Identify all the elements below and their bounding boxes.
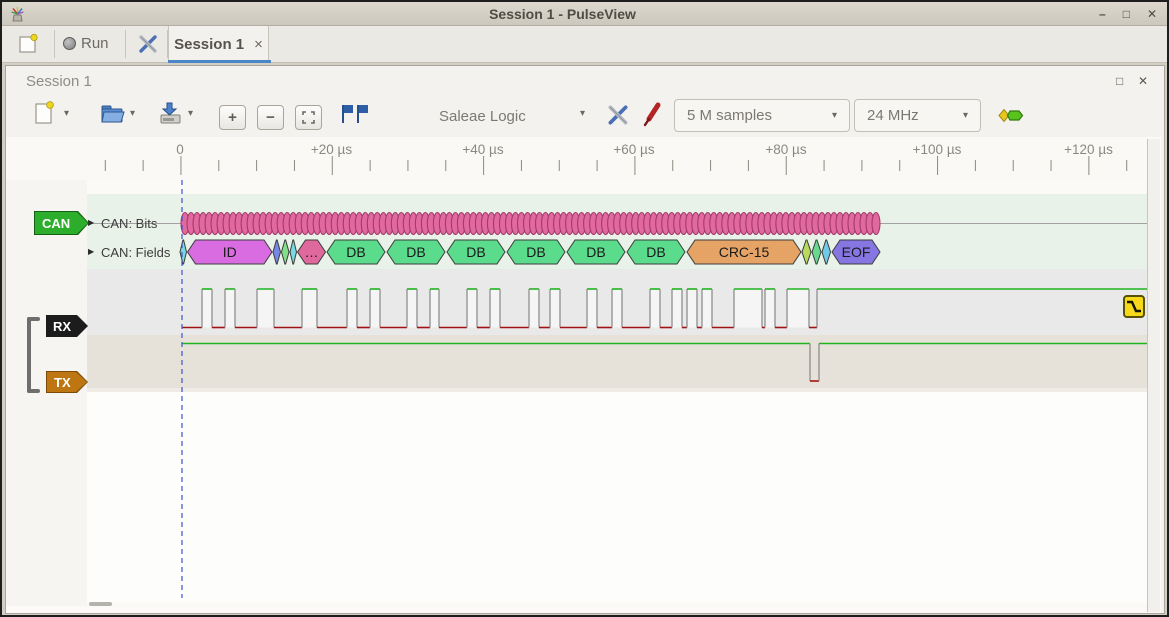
zoom-fit-button[interactable] [295, 105, 322, 130]
save-dropdown-caret[interactable]: ▾ [188, 108, 193, 119]
subwindow-float-button[interactable]: □ [1116, 74, 1123, 88]
sample-rate-value: 24 MHz [867, 107, 919, 124]
app-icon [9, 5, 26, 22]
new-session-icon [17, 33, 39, 55]
settings-icon [137, 33, 159, 55]
can-decoder-tag[interactable]: CAN [34, 211, 89, 235]
probe-icon [640, 100, 666, 128]
device-config-icon [606, 103, 630, 127]
run-label: Run [81, 35, 109, 52]
zoom-in-button[interactable]: + [219, 105, 246, 130]
chevron-down-icon: ▾ [832, 110, 837, 121]
bracket-bar[interactable] [27, 317, 31, 393]
can-tag-label: CAN [42, 216, 70, 231]
device-dropdown-caret[interactable]: ▾ [580, 108, 585, 119]
chevron-down-icon: ▾ [963, 110, 968, 121]
bracket-arm [27, 389, 40, 393]
session-tab-close-icon[interactable]: × [254, 36, 263, 53]
zoom-fit-icon [302, 111, 315, 124]
run-state-icon [63, 37, 76, 50]
titlebar[interactable]: Session 1 - PulseView – □ ✕ [2, 2, 1167, 26]
toolbar-separator [54, 30, 55, 58]
falling-edge-icon [1126, 299, 1142, 314]
decoder-row-fields-label: CAN: Fields [101, 245, 170, 260]
save-button[interactable] [155, 99, 185, 127]
save-icon [157, 100, 184, 126]
show-cursors-button[interactable] [339, 102, 369, 126]
main-toolbar: Run Session 1 × [2, 26, 1167, 63]
vertical-scrollbar-gutter[interactable] [1147, 139, 1160, 612]
pulseview-window: Session 1 - PulseView – □ ✕ Run [0, 0, 1169, 617]
channel-label-gutter [6, 180, 87, 606]
tx-channel-tag[interactable]: TX [46, 371, 88, 393]
active-tab-underline [168, 60, 271, 63]
zoom-out-button[interactable]: − [257, 105, 284, 130]
device-selector[interactable]: Saleae Logic [439, 108, 526, 125]
trigger-marker[interactable] [1123, 295, 1145, 318]
subwindow-title: Session 1 [26, 73, 92, 90]
decoder-trace-area[interactable] [87, 194, 1147, 269]
tx-trace-area[interactable] [87, 335, 1147, 388]
rx-trace-area[interactable] [87, 269, 1147, 335]
horizontal-scrollbar-handle[interactable] [89, 602, 112, 606]
open-file-button[interactable] [97, 99, 127, 127]
close-button[interactable]: ✕ [1147, 2, 1157, 26]
channels-probe-button[interactable] [639, 100, 667, 128]
new-file-icon [32, 100, 56, 126]
cursor-flags-icon [339, 103, 369, 125]
expand-arrow-icon[interactable]: ▶ [88, 247, 94, 256]
open-file-dropdown-caret[interactable]: ▾ [130, 108, 135, 119]
maximize-button[interactable]: □ [1123, 2, 1130, 26]
window-title: Session 1 - PulseView [26, 6, 1099, 22]
device-config-button[interactable] [604, 102, 632, 128]
tx-tag-label: TX [54, 375, 71, 390]
bracket-arm [27, 317, 40, 321]
toolbar-separator [125, 30, 126, 58]
decoder-icon [997, 107, 1025, 124]
session-tab[interactable]: Session 1 × [168, 26, 269, 62]
minimize-button[interactable]: – [1099, 2, 1106, 26]
new-file-button[interactable] [30, 99, 58, 127]
empty-trace-area [87, 392, 1147, 602]
rx-channel-tag[interactable]: RX [46, 315, 88, 337]
session-tab-label: Session 1 [174, 36, 244, 53]
sample-count-value: 5 M samples [687, 107, 772, 124]
subwindow-close-button[interactable]: ✕ [1138, 74, 1148, 88]
sample-rate-combobox[interactable]: 24 MHz ▾ [854, 99, 981, 132]
new-file-dropdown-caret[interactable]: ▾ [64, 108, 69, 119]
decoder-row-bits-label: CAN: Bits [101, 216, 157, 231]
new-session-button[interactable] [10, 29, 46, 59]
timeline-ruler[interactable] [6, 137, 1147, 180]
open-folder-icon [99, 101, 126, 125]
settings-button[interactable] [132, 29, 164, 59]
rx-tag-label: RX [53, 319, 71, 334]
add-decoder-button[interactable] [996, 106, 1026, 124]
sample-count-combobox[interactable]: 5 M samples ▾ [674, 99, 850, 132]
